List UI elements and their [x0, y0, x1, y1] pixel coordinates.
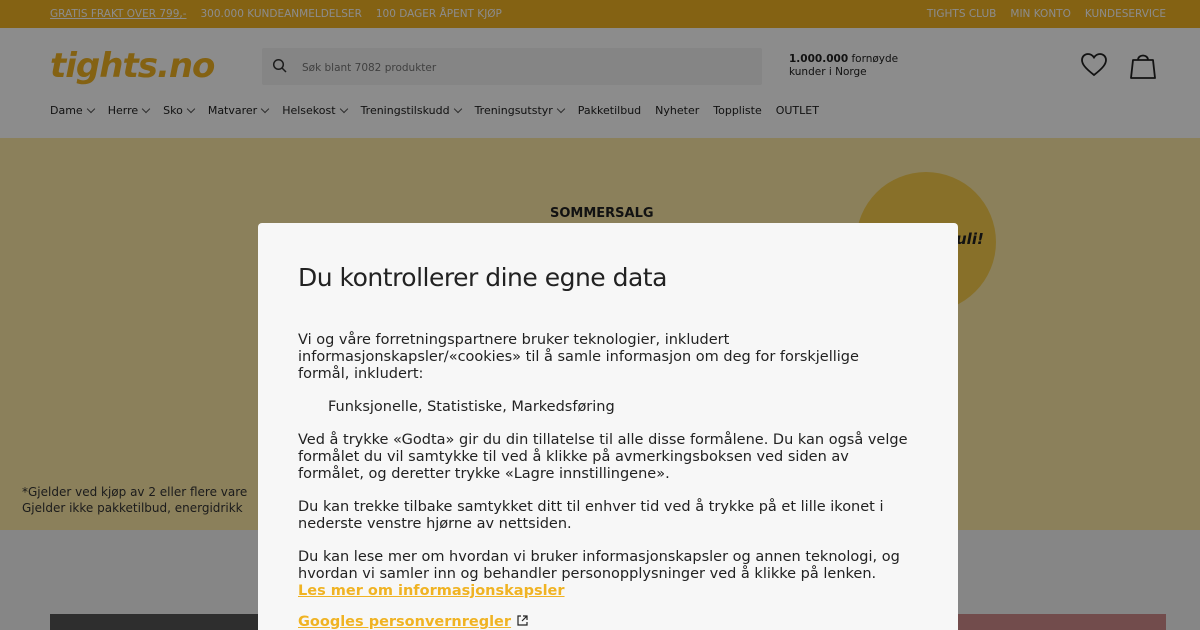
google-privacy-link[interactable]: Googles personvernregler [298, 614, 511, 630]
consent-accept-info: Ved å trykke «Godta» gir du din tillatel… [298, 432, 908, 482]
dialog-title: Du kontrollerer dine egne data [298, 263, 667, 292]
consent-withdraw-info: Du kan trekke tilbake samtykket ditt til… [298, 499, 884, 532]
dialog-body: Vi og våre forretningspartnere bruker te… [298, 332, 913, 630]
consent-read-more-info: Du kan lese mer om hvordan vi bruker inf… [298, 549, 900, 582]
cookie-consent-dialog: Du kontrollerer dine egne data Vi og vår… [258, 223, 958, 630]
external-link-icon [517, 615, 528, 626]
consent-purposes: Funksjonelle, Statistiske, Markedsføring [328, 399, 615, 415]
cookies-info-link[interactable]: Les mer om informasjonskapsler [298, 583, 565, 599]
consent-intro: Vi og våre forretningspartnere bruker te… [298, 332, 859, 382]
